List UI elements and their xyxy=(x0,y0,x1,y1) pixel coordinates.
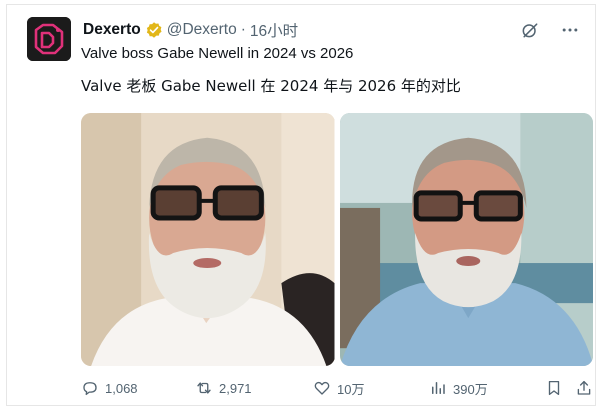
reply-icon xyxy=(83,382,97,396)
repost-count: 2,971 xyxy=(219,380,252,396)
reply-button[interactable]: 1,068 xyxy=(81,379,138,397)
bookmark-icon xyxy=(548,380,560,396)
views-count: 390万 xyxy=(453,381,488,397)
tweet-card: Dexerto @Dexerto · 16小时 Valve boss Gabe … xyxy=(6,4,596,406)
tweet-header: Dexerto @Dexerto · 16小时 xyxy=(83,17,298,43)
avatar[interactable] xyxy=(27,17,71,61)
views-icon xyxy=(432,382,445,394)
photo-2024[interactable] xyxy=(81,113,335,366)
like-count: 10万 xyxy=(337,381,365,397)
repost-icon xyxy=(197,382,211,394)
heart-icon xyxy=(314,381,330,395)
repost-button[interactable]: 2,971 xyxy=(195,379,252,397)
tweet-text: Valve boss Gabe Newell in 2024 vs 2026 xyxy=(81,45,354,62)
grok-icon[interactable] xyxy=(519,19,541,41)
top-actions xyxy=(519,19,581,41)
reply-count: 1,068 xyxy=(105,380,138,396)
views-button[interactable]: 390万 xyxy=(429,379,488,398)
bookmark-button[interactable] xyxy=(545,379,563,397)
share-button[interactable] xyxy=(575,379,593,397)
post-time[interactable]: 16小时 xyxy=(250,19,298,41)
dexerto-logo-icon xyxy=(27,17,71,61)
separator-dot: · xyxy=(240,21,246,38)
action-bar: 1,068 2,971 10万 390万 xyxy=(81,377,593,399)
share-icon xyxy=(577,380,591,395)
author-name[interactable]: Dexerto xyxy=(83,21,141,39)
photo-2026[interactable] xyxy=(339,113,593,366)
more-options-icon[interactable] xyxy=(559,19,581,41)
translated-text: Valve 老板 Gabe Newell 在 2024 年与 2026 年的对比 xyxy=(81,77,461,95)
media-grid xyxy=(81,113,593,366)
verified-badge-icon xyxy=(145,21,163,39)
like-button[interactable]: 10万 xyxy=(313,379,364,398)
author-handle[interactable]: @Dexerto xyxy=(167,21,237,39)
